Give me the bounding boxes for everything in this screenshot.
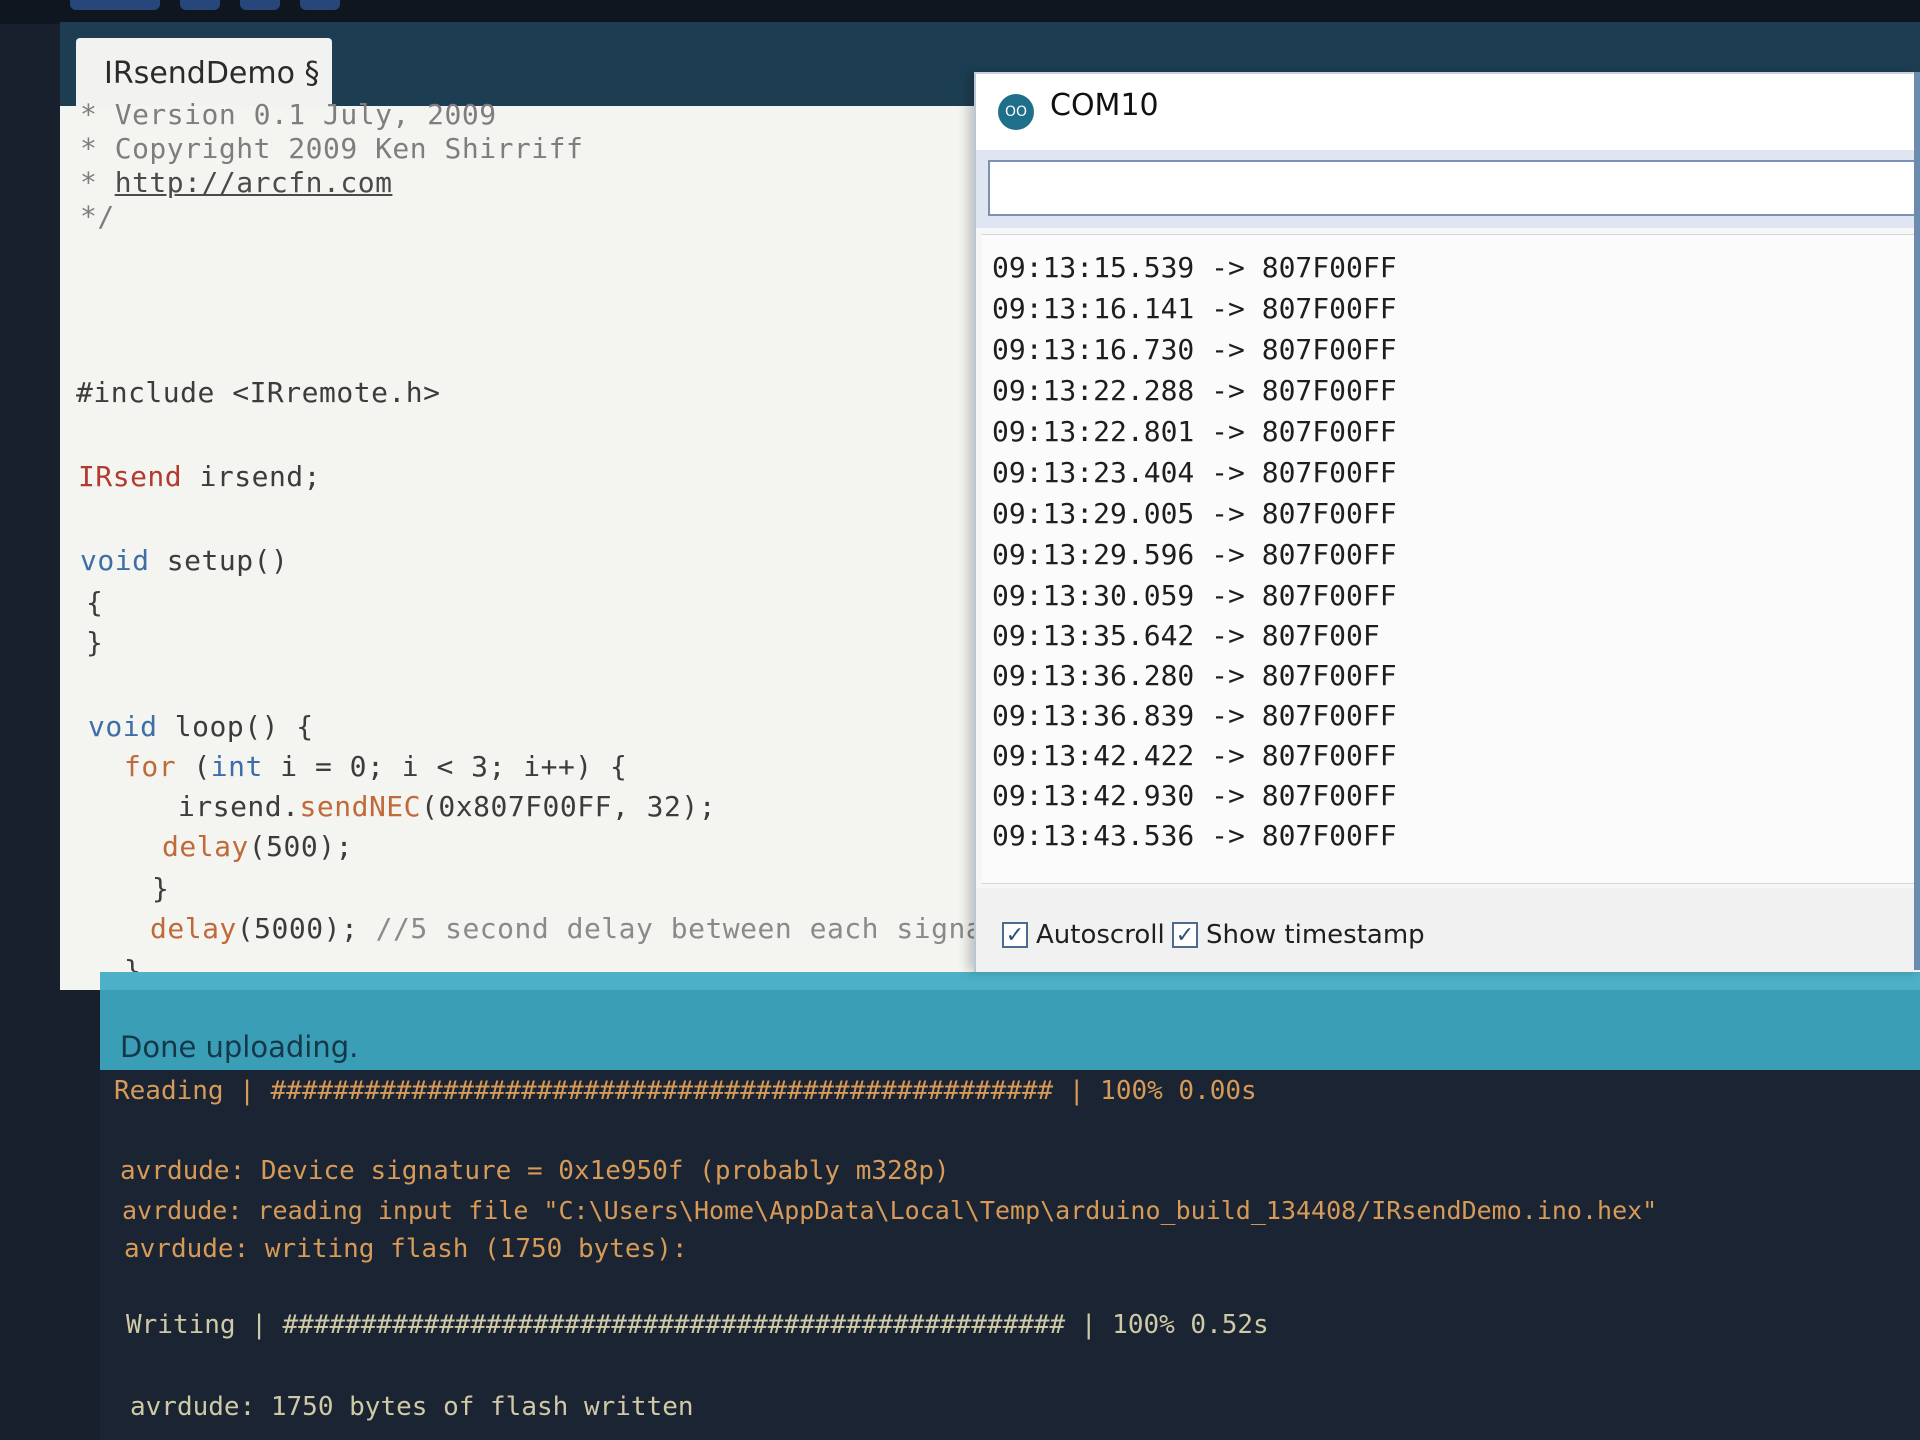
code-comment-delay: //5 second delay between each signal xyxy=(375,912,1001,945)
code-fn-sendnec: sendNEC xyxy=(299,790,422,823)
code-comment-prefix: * xyxy=(80,166,115,199)
toolbar-button-new[interactable] xyxy=(240,0,280,10)
serial-line: 09:13:23.404 -> 807F00FF xyxy=(992,456,1397,489)
toolbar-button-upload[interactable] xyxy=(180,0,220,10)
toolbar-button-verify[interactable] xyxy=(70,0,160,10)
code-decl-rest: irsend; xyxy=(182,460,322,493)
code-loop-rest: loop() { xyxy=(157,710,314,743)
code-fn-delay-5000: delay xyxy=(150,912,237,945)
code-line-for: for (int i = 0; i < 3; i++) { xyxy=(124,750,627,783)
code-kw-int: int xyxy=(210,750,263,783)
arduino-logo-icon: OO xyxy=(998,94,1034,130)
serial-line: 09:13:42.930 -> 807F00FF xyxy=(992,779,1397,812)
console-line-reading: Reading | ##############################… xyxy=(114,1076,1257,1106)
show-timestamp-check-icon[interactable]: ✓ xyxy=(1172,922,1198,948)
toolbar-button-open[interactable] xyxy=(300,0,340,10)
autoscroll-label: Autoscroll xyxy=(1036,920,1165,950)
serial-line: 09:13:36.280 -> 807F00FF xyxy=(992,659,1397,692)
console-line-input-file: avrdude: reading input file "C:\Users\Ho… xyxy=(122,1196,1658,1225)
code-line-comment-end: */ xyxy=(80,200,115,233)
code-line-delay-5000: delay(5000); //5 second delay between ea… xyxy=(150,912,1001,945)
code-setup-rest: setup() xyxy=(149,544,289,577)
serial-line: 09:13:29.596 -> 807F00FF xyxy=(992,538,1397,571)
code-line-delay-500: delay(500); xyxy=(162,830,353,863)
status-message: Done uploading. xyxy=(120,1030,359,1064)
top-dark-strip xyxy=(0,0,1920,24)
console-line-writing: Writing | ##############################… xyxy=(126,1310,1269,1340)
code-line-copyright: * Copyright 2009 Ken Shirriff xyxy=(80,132,584,165)
code-line-inner-close: } xyxy=(152,872,170,905)
code-line-version: * Version 0.1 July, 2009 xyxy=(80,98,497,131)
code-fn-delay-500: delay xyxy=(162,830,249,863)
serial-line: 09:13:15.539 -> 807F00FF xyxy=(992,251,1397,284)
serial-monitor-title: COM10 xyxy=(1050,88,1159,123)
serial-monitor-window: OO COM10 09:13:15.539 -> 807F00FF 09:13:… xyxy=(974,72,1920,972)
code-for-rest: i = 0; i < 3; i++) { xyxy=(262,750,628,783)
code-line-include: #include <IRremote.h> xyxy=(76,376,441,409)
serial-line: 09:13:29.005 -> 807F00FF xyxy=(992,497,1397,530)
serial-line: 09:13:36.839 -> 807F00FF xyxy=(992,699,1397,732)
code-kw-void-setup: void xyxy=(80,544,150,577)
code-line-url: * http://arcfn.com xyxy=(80,166,392,199)
autoscroll-checkbox[interactable]: ✓ Autoscroll xyxy=(1002,920,1165,950)
code-for-paren: ( xyxy=(176,750,211,783)
console-line-signature: avrdude: Device signature = 0x1e950f (pr… xyxy=(120,1156,950,1186)
show-timestamp-checkbox[interactable]: ✓ Show timestamp xyxy=(1172,920,1425,950)
serial-line: 09:13:42.422 -> 807F00FF xyxy=(992,739,1397,772)
code-editor[interactable]: * Version 0.1 July, 2009 * Copyright 200… xyxy=(60,98,1000,990)
serial-line: 09:13:43.536 -> 807F00FF xyxy=(992,819,1397,852)
code-type-irsend: IRsend xyxy=(78,460,183,493)
serial-window-edge xyxy=(1914,72,1920,970)
autoscroll-check-icon[interactable]: ✓ xyxy=(1002,922,1028,948)
code-send-obj: irsend. xyxy=(178,790,300,823)
serial-monitor-titlebar[interactable]: OO COM10 xyxy=(976,74,1920,150)
serial-line: 09:13:35.642 -> 807F00F xyxy=(992,619,1380,652)
code-kw-for: for xyxy=(124,750,177,783)
serial-line: 09:13:22.801 -> 807F00FF xyxy=(992,415,1397,448)
serial-line: 09:13:16.730 -> 807F00FF xyxy=(992,333,1397,366)
serial-line: 09:13:22.288 -> 807F00FF xyxy=(992,374,1397,407)
screen: IRsendDemo § * Version 0.1 July, 2009 * … xyxy=(0,0,1920,1440)
code-delay-5000-args: (5000); xyxy=(236,912,376,945)
serial-send-input[interactable] xyxy=(988,160,1920,216)
code-line-loop: void loop() { xyxy=(88,710,314,743)
code-line-sendnec: irsend.sendNEC(0x807F00FF, 32); xyxy=(178,790,716,823)
code-line-brace-open: { xyxy=(86,586,104,619)
show-timestamp-label: Show timestamp xyxy=(1206,920,1425,950)
editor-tab-label: IRsendDemo § xyxy=(104,55,320,91)
serial-line: 09:13:30.059 -> 807F00FF xyxy=(992,579,1397,612)
console-line-written: avrdude: 1750 bytes of flash written xyxy=(130,1392,694,1422)
code-delay-500-args: (500); xyxy=(248,830,353,863)
console-output[interactable]: Reading | ##############################… xyxy=(100,1070,1920,1440)
serial-output-area[interactable]: 09:13:15.539 -> 807F00FF 09:13:16.141 ->… xyxy=(982,234,1920,884)
code-send-args: (0x807F00FF, 32); xyxy=(421,790,717,823)
status-bar xyxy=(100,990,1920,1076)
console-line-writing-flash: avrdude: writing flash (1750 bytes): xyxy=(124,1234,688,1264)
code-kw-void-loop: void xyxy=(88,710,158,743)
code-url-link[interactable]: http://arcfn.com xyxy=(115,166,393,199)
code-line-setup: void setup() xyxy=(80,544,288,577)
serial-line: 09:13:16.141 -> 807F00FF xyxy=(992,292,1397,325)
code-line-irsend-decl: IRsend irsend; xyxy=(78,460,321,493)
code-line-brace-close: } xyxy=(86,626,104,659)
